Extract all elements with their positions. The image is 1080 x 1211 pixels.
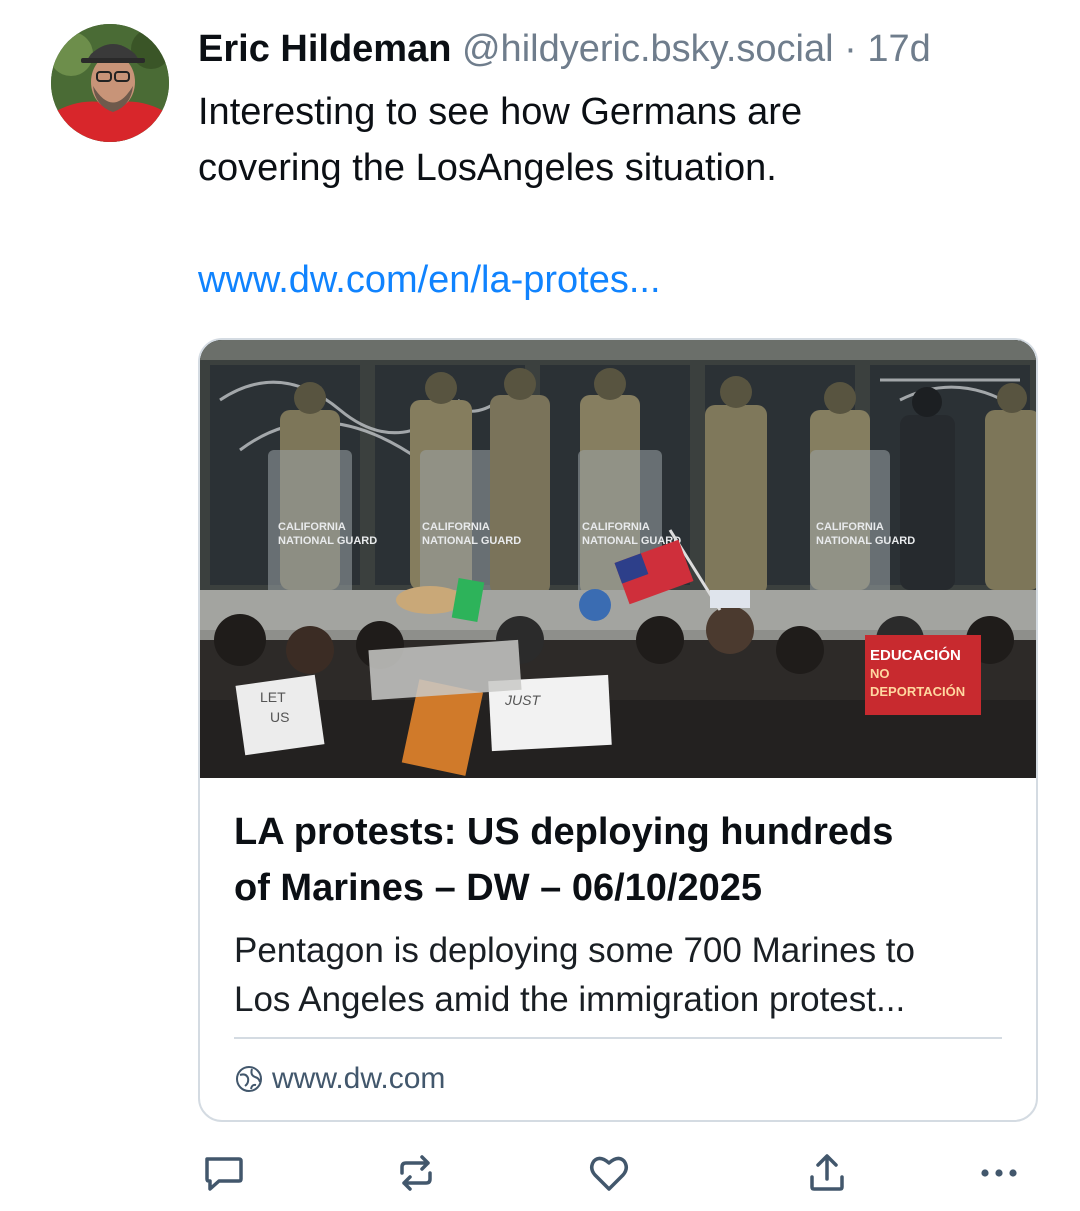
- shield-label: CALIFORNIA: [278, 521, 346, 533]
- link-card-description-line: Pentagon is deploying some 700 Marines t…: [234, 931, 915, 970]
- sign-text: LET: [260, 689, 286, 705]
- sign-text: EDUCACIÓN: [870, 646, 961, 664]
- link-card-divider: [234, 1037, 1002, 1039]
- repost-button[interactable]: [391, 1148, 441, 1198]
- link-card[interactable]: CALIFORNIA NATIONAL GUARD CALIFORNIA NAT…: [198, 338, 1038, 1122]
- post-actions: [198, 1148, 1038, 1198]
- post-age[interactable]: 17d: [867, 28, 930, 70]
- link-card-description: Pentagon is deploying some 700 Marines t…: [234, 926, 1014, 1024]
- header-separator: ·: [844, 28, 857, 70]
- link-card-title: LA protests: US deploying hundreds of Ma…: [234, 804, 1004, 916]
- globe-icon: [236, 1066, 262, 1092]
- sign-text: JUST: [504, 692, 541, 708]
- sign-text: US: [270, 709, 289, 725]
- shield-label: CALIFORNIA: [816, 521, 884, 533]
- link-card-domain: www.dw.com: [234, 1058, 445, 1100]
- share-button[interactable]: [802, 1148, 852, 1198]
- link-card-image[interactable]: CALIFORNIA NATIONAL GUARD CALIFORNIA NAT…: [200, 340, 1036, 778]
- link-card-description-line: Los Angeles amid the immigration protest…: [234, 980, 906, 1019]
- more-button[interactable]: [974, 1148, 1024, 1198]
- link-card-title-line: LA protests: US deploying hundreds: [234, 811, 894, 853]
- link-card-title-line: of Marines – DW – 06/10/2025: [234, 867, 763, 909]
- shield-label: CALIFORNIA: [582, 521, 650, 533]
- author-avatar[interactable]: [51, 24, 169, 142]
- more-icon: [981, 1169, 1017, 1177]
- link-card-domain-text: www.dw.com: [272, 1062, 446, 1095]
- post-text-line: covering the LosAngeles situation.: [198, 147, 777, 189]
- share-icon: [810, 1154, 844, 1191]
- like-button[interactable]: [584, 1148, 634, 1198]
- reply-icon: [205, 1157, 243, 1191]
- shield-label: CALIFORNIA: [422, 521, 490, 533]
- post-link[interactable]: www.dw.com/en/la-protes...: [198, 252, 661, 308]
- post: Eric Hildeman @hildyeric.bsky.social · 1…: [0, 0, 1080, 1211]
- user-avatar-icon: [51, 24, 169, 142]
- post-text: Interesting to see how Germans are cover…: [198, 84, 1018, 196]
- reply-button[interactable]: [198, 1148, 248, 1198]
- shield-label: NATIONAL GUARD: [278, 535, 377, 547]
- post-header: Eric Hildeman @hildyeric.bsky.social · 1…: [198, 24, 1058, 74]
- sign-text: DEPORTACIÓN: [870, 684, 965, 699]
- heart-icon: [590, 1156, 628, 1191]
- post-text-line: Interesting to see how Germans are: [198, 91, 803, 133]
- shield-label: NATIONAL GUARD: [422, 535, 521, 547]
- repost-icon: [400, 1155, 432, 1191]
- sign-text: NO: [870, 666, 890, 681]
- protest-photo-icon: CALIFORNIA NATIONAL GUARD CALIFORNIA NAT…: [200, 340, 1036, 778]
- shield-label: NATIONAL GUARD: [816, 535, 915, 547]
- author-display-name[interactable]: Eric Hildeman: [198, 28, 451, 70]
- author-handle[interactable]: @hildyeric.bsky.social: [462, 28, 834, 70]
